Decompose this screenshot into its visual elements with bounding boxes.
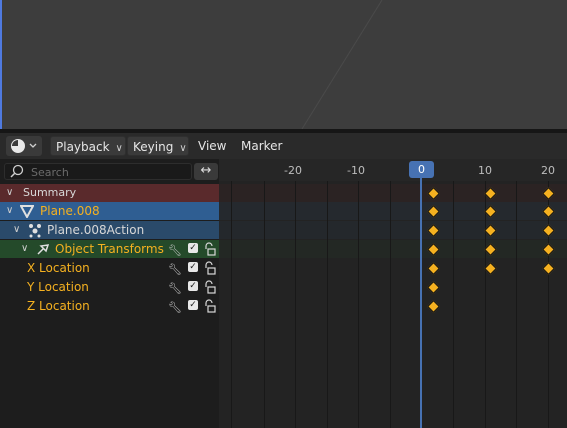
grid-line — [516, 181, 517, 428]
viewport-grid-line — [301, 0, 383, 129]
group-icon — [37, 244, 50, 255]
wrench-icon[interactable]: 🔧︎ — [168, 299, 182, 317]
grid-line — [231, 181, 232, 428]
swap-filter-button[interactable]: ↔ — [194, 163, 218, 180]
playhead-line[interactable] — [420, 178, 422, 428]
mesh-object-icon — [20, 205, 34, 218]
keying-label: Keying — [133, 140, 174, 154]
wrench-icon[interactable]: 🔧︎ — [168, 242, 182, 260]
clock-icon — [11, 139, 37, 153]
group-track — [219, 240, 567, 258]
unlock-icon[interactable] — [202, 280, 216, 294]
chevron-down-icon: ∨ — [115, 143, 123, 154]
channel-label: Plane.008Action — [47, 223, 145, 237]
ruler-tick-label: -20 — [284, 164, 302, 177]
ruler-tick-label: 10 — [478, 164, 492, 177]
grid-line — [453, 181, 454, 428]
channel-summary[interactable]: ∨ Summary — [0, 184, 219, 202]
unlock-icon[interactable] — [202, 242, 216, 256]
action-track — [219, 221, 567, 239]
chevron-down-icon: ∨ — [179, 143, 187, 154]
grid-line — [390, 181, 391, 428]
channel-label: Z Location — [27, 299, 90, 313]
dopesheet-header: Playback ∨ Keying ∨ View Marker — [0, 133, 567, 159]
3d-viewport[interactable] — [0, 0, 567, 129]
keying-menu[interactable]: Keying ∨ — [127, 136, 189, 156]
channel-object-transforms[interactable]: ∨ Object Transforms 🔧︎ ✓ — [0, 240, 219, 258]
current-frame-indicator[interactable]: 0 — [409, 161, 434, 178]
channel-label: Plane.008 — [40, 204, 100, 218]
editor-type-button[interactable] — [6, 136, 42, 156]
channel-z-location[interactable]: Z Location 🔧︎ ✓ — [0, 297, 219, 315]
search-placeholder: Search — [31, 166, 69, 179]
playback-label: Playback — [56, 140, 110, 154]
frame-ruler[interactable] — [219, 159, 567, 181]
ruler-tick-label: 20 — [541, 164, 555, 177]
grid-line — [485, 181, 486, 428]
search-input[interactable]: Search — [4, 163, 192, 180]
grid-line — [295, 181, 296, 428]
channel-label: Object Transforms — [55, 242, 164, 256]
chevron-down-icon: ∨ — [6, 205, 14, 216]
channel-label: Y Location — [27, 280, 89, 294]
channel-y-location[interactable]: Y Location 🔧︎ ✓ — [0, 278, 219, 296]
mute-checkbox[interactable]: ✓ — [188, 243, 198, 253]
chevron-down-icon: ∨ — [21, 243, 29, 254]
channel-controls: 🔧︎ ✓ — [168, 280, 218, 295]
channel-controls: 🔧︎ ✓ — [168, 242, 218, 257]
ruler-tick-label: -10 — [347, 164, 365, 177]
mute-checkbox[interactable]: ✓ — [188, 300, 198, 310]
channel-label: X Location — [27, 261, 90, 275]
search-icon — [10, 164, 24, 178]
grid-line — [264, 181, 265, 428]
summary-track — [219, 184, 567, 202]
wrench-icon[interactable]: 🔧︎ — [168, 280, 182, 298]
marker-menu[interactable]: Marker — [236, 136, 287, 156]
channel-x-location[interactable]: X Location 🔧︎ ✓ — [0, 259, 219, 277]
playback-menu[interactable]: Playback ∨ — [50, 136, 126, 156]
mute-checkbox[interactable]: ✓ — [188, 281, 198, 291]
wrench-icon[interactable]: 🔧︎ — [168, 261, 182, 279]
channel-controls: 🔧︎ ✓ — [168, 261, 218, 276]
view-menu[interactable]: View — [193, 136, 231, 156]
chevron-down-icon: ∨ — [13, 224, 21, 235]
chevron-down-icon: ∨ — [6, 187, 14, 198]
unlock-icon[interactable] — [202, 299, 216, 313]
channel-label: Summary — [23, 186, 77, 199]
grid-line — [358, 181, 359, 428]
object-track — [219, 202, 567, 220]
action-icon — [29, 224, 41, 238]
channel-controls: 🔧︎ ✓ — [168, 299, 218, 314]
channel-plane-object[interactable]: ∨ Plane.008 — [0, 202, 219, 220]
channel-action[interactable]: ∨ Plane.008Action — [0, 221, 219, 239]
mute-checkbox[interactable]: ✓ — [188, 262, 198, 272]
unlock-icon[interactable] — [202, 261, 216, 275]
grid-line — [327, 181, 328, 428]
